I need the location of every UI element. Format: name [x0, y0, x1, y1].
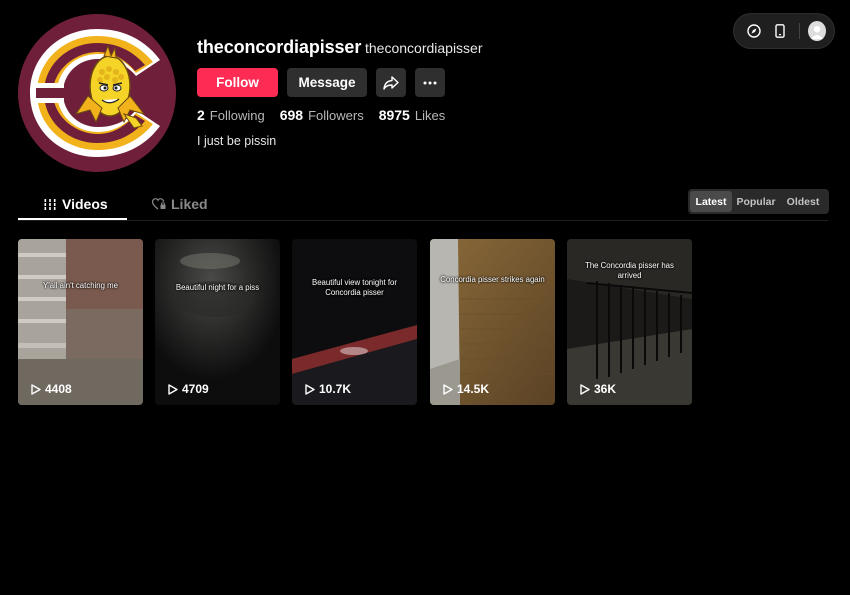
following-label: Following [209, 108, 265, 123]
view-count-value: 36K [594, 382, 617, 396]
video-card[interactable]: Beautiful night for a piss 4709 [155, 239, 280, 405]
video-view-count: 4408 [31, 382, 72, 396]
user-avatar-icon[interactable] [807, 21, 826, 41]
more-options-button[interactable] [415, 68, 445, 97]
video-caption: The Concordia pisser has arrived [585, 261, 674, 280]
ellipsis-icon [423, 81, 437, 84]
share-button[interactable] [376, 68, 406, 97]
play-icon [168, 383, 178, 395]
view-count-value: 10.7K [319, 382, 352, 396]
follow-button[interactable]: Follow [197, 68, 278, 97]
sort-toggle-group: Latest Popular Oldest [688, 189, 829, 214]
video-view-count: 10.7K [305, 382, 351, 396]
sort-popular-button[interactable]: Popular [732, 191, 780, 212]
tab-liked-label: Liked [171, 196, 208, 212]
concordia-logo-image [18, 14, 176, 172]
message-button[interactable]: Message [287, 68, 367, 97]
followers-count: 698 [279, 107, 304, 123]
video-thumbnail [18, 239, 143, 405]
video-caption: Y'all ain't catching me [43, 281, 118, 290]
sort-latest-button[interactable]: Latest [690, 191, 732, 212]
heart-lock-icon [152, 198, 166, 210]
compass-icon[interactable] [744, 20, 764, 42]
grid-bars-icon [44, 198, 56, 210]
profile-avatar [18, 14, 176, 172]
tab-videos-label: Videos [62, 196, 108, 212]
likes-count: 8975 [378, 107, 410, 123]
video-view-count: 4709 [168, 382, 209, 396]
video-card[interactable]: Beautiful view tonight for Concordia pis… [292, 239, 417, 405]
share-icon [383, 75, 399, 90]
video-card[interactable]: Y'all ain't catching me 4408 [18, 239, 143, 405]
video-card[interactable]: Concordia pisser strikes again 14.5K [430, 239, 555, 405]
view-count-value: 4709 [182, 382, 209, 396]
video-view-count: 36K [580, 382, 616, 396]
likes-label: Likes [414, 108, 446, 123]
tab-liked[interactable]: Liked [152, 194, 208, 214]
following-stat[interactable]: 2 Following [197, 107, 265, 123]
toolbar-divider [798, 23, 800, 39]
profile-username: theconcordiapisser [197, 37, 362, 57]
tab-videos[interactable]: Videos [44, 194, 108, 214]
video-caption: Beautiful night for a piss [175, 283, 260, 292]
followers-label: Followers [308, 108, 364, 123]
phone-icon[interactable] [770, 20, 790, 42]
tabs-divider [18, 220, 828, 221]
sort-oldest-button[interactable]: Oldest [780, 191, 826, 212]
profile-nickname: theconcordiapisser [365, 40, 483, 56]
likes-stat: 8975 Likes [379, 107, 446, 123]
profile-bio: I just be pissin [197, 134, 277, 148]
followers-stat[interactable]: 698 Followers [280, 107, 364, 123]
video-caption: Beautiful view tonight for Concordia pis… [312, 278, 397, 297]
top-right-toolbar [733, 13, 835, 49]
play-icon [305, 383, 315, 395]
profile-stats: 2 Following 698 Followers 8975 Likes [197, 107, 460, 123]
video-thumbnail [155, 239, 280, 405]
view-count-value: 4408 [45, 382, 72, 396]
video-caption: Concordia pisser strikes again [440, 275, 545, 284]
following-count: 2 [197, 107, 205, 123]
view-count-value: 14.5K [457, 382, 490, 396]
play-icon [580, 383, 590, 395]
play-icon [31, 383, 41, 395]
video-thumbnail [292, 239, 417, 405]
video-card[interactable]: The Concordia pisser has arrived 36K [567, 239, 692, 405]
video-thumbnail [430, 239, 555, 405]
video-view-count: 14.5K [443, 382, 489, 396]
play-icon [443, 383, 453, 395]
